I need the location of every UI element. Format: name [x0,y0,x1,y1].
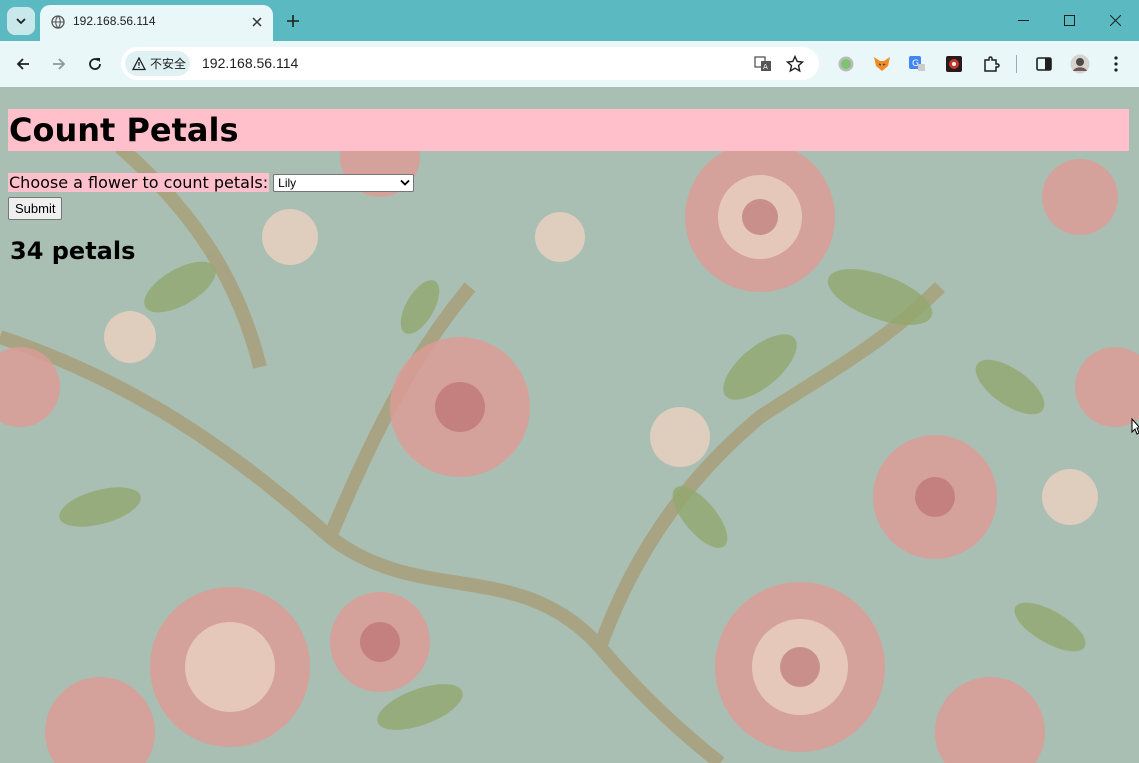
svg-text:G: G [912,59,919,69]
translate-button[interactable]: A [753,54,773,74]
browser-menu-button[interactable] [1105,53,1127,75]
minimize-button[interactable] [1000,0,1046,40]
star-icon [786,55,804,73]
page-title: Count Petals [8,109,1129,151]
puzzle-icon [984,56,1000,72]
minimize-icon [1017,19,1029,21]
extension-fox[interactable] [871,53,893,75]
maximize-icon [1063,14,1075,26]
profile-button[interactable] [1069,53,1091,75]
fox-extension-icon [874,57,890,71]
translate-icon: A [754,56,771,71]
tab-title: 192.168.56.114 [73,14,156,28]
arrow-right-icon [53,58,66,70]
new-tab-button[interactable] [283,11,303,31]
globe-icon [51,15,65,29]
google-translate-extension-icon: G [909,56,925,71]
forward-button[interactable] [45,50,73,78]
page-viewport: Count Petals Choose a flower to count pe… [0,87,1139,763]
page-content: Count Petals Choose a flower to count pe… [0,87,1139,763]
mouse-cursor-icon [1131,418,1139,435]
back-button[interactable] [9,50,37,78]
extension-dark[interactable] [943,53,965,75]
address-bar[interactable]: 不安全 192.168.56.114 A [121,47,819,80]
green-circle-icon [838,56,854,72]
chevron-down-icon [400,179,410,186]
extension-google-translate[interactable]: G [906,53,928,75]
extension-green-circle[interactable] [835,53,857,75]
bookmark-button[interactable] [785,54,805,74]
side-panel-icon [1036,57,1052,71]
tab-strip: 192.168.56.114 [0,0,1139,41]
maximize-button[interactable] [1046,0,1092,40]
extensions-menu-button[interactable] [980,53,1002,75]
security-chip[interactable]: 不安全 [125,51,190,76]
warning-icon [132,56,146,70]
chevron-down-icon [16,18,26,25]
tab-close-button[interactable] [249,14,265,30]
window-close-button[interactable] [1092,0,1138,40]
petal-count-result: 34 petals [10,237,136,265]
submit-button[interactable]: Submit [8,197,63,220]
flower-select[interactable]: Lily [273,173,415,192]
url-text[interactable]: 192.168.56.114 [202,55,298,71]
side-panel-button[interactable] [1033,53,1055,75]
close-icon [1109,14,1121,26]
arrow-left-icon [16,58,29,70]
close-icon [252,17,262,27]
flower-select-label: Choose a flower to count petals: [8,173,270,192]
flower-select-value: Lily [278,175,297,190]
browser-tab[interactable]: 192.168.56.114 [40,5,273,41]
plus-icon [287,15,299,27]
svg-text:A: A [763,63,768,71]
avatar [1070,54,1090,74]
security-chip-label: 不安全 [150,57,187,71]
flower-form: Choose a flower to count petals: Lily [8,173,415,192]
browser-toolbar: 不安全 192.168.56.114 A G [0,41,1139,87]
dark-extension-icon [946,56,962,72]
reload-icon [89,58,101,70]
tab-search-button[interactable] [7,7,35,35]
kebab-menu-icon [1114,56,1118,72]
toolbar-divider [1016,55,1017,73]
reload-button[interactable] [81,50,109,78]
